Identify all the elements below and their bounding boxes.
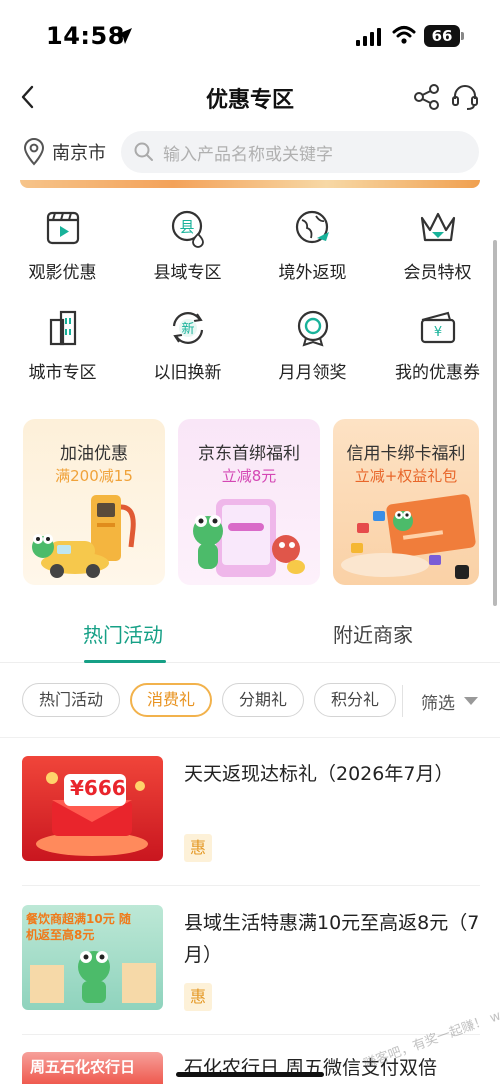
red-envelope-illustration bbox=[36, 772, 148, 856]
search-placeholder: 输入产品名称或关键字 bbox=[163, 144, 333, 165]
thumb-text: 周五石化农行日 bbox=[30, 1058, 136, 1076]
promo-title: 加油优惠 bbox=[60, 444, 128, 464]
credit-card-illustration bbox=[341, 494, 476, 579]
filter-button[interactable]: 筛选 bbox=[421, 689, 455, 714]
movie-icon bbox=[46, 211, 79, 245]
grid-label: 城市专区 bbox=[28, 363, 97, 383]
chip-consumption-gift[interactable]: 消费礼 bbox=[130, 683, 212, 717]
location-arrow-icon bbox=[116, 28, 132, 44]
promo-title: 京东首绑福利 bbox=[198, 444, 300, 464]
promo-subtitle: 立减8元 bbox=[221, 467, 277, 485]
nav-bar: 优惠专区 bbox=[0, 72, 500, 122]
activity-item[interactable]: ¥666 天天返现达标礼（2026年7月） 惠 bbox=[0, 756, 500, 886]
activity-item[interactable]: 周五石化农行日 石化农行日 周五微信支付双倍 bbox=[0, 1052, 500, 1084]
grid-item-my-coupons[interactable]: ¥ 我的优惠券 bbox=[375, 308, 500, 398]
crown-icon bbox=[420, 212, 455, 242]
thumb-amount: ¥666 bbox=[70, 776, 126, 800]
promo-subtitle: 满200减15 bbox=[55, 467, 133, 485]
banner-carousel-edge[interactable] bbox=[20, 180, 480, 188]
location-city: 南京市 bbox=[52, 143, 106, 164]
svg-text:¥: ¥ bbox=[433, 325, 441, 340]
fuel-car-illustration bbox=[32, 495, 136, 578]
county-icon: 县 bbox=[171, 210, 204, 248]
status-bar: 14:58 66 bbox=[0, 0, 500, 72]
coupon-icon: ¥ bbox=[420, 311, 455, 344]
search-icon bbox=[134, 142, 153, 161]
battery-indicator: 66 bbox=[424, 25, 460, 47]
divider bbox=[0, 737, 500, 738]
grid-item-overseas[interactable]: 境外返现 bbox=[250, 208, 375, 298]
overseas-icon bbox=[295, 210, 329, 244]
activity-thumbnail: ¥666 bbox=[22, 756, 163, 861]
activity-tabs: 热门活动 附近商家 bbox=[0, 605, 500, 663]
activity-title: 石化农行日 周五微信支付双倍 bbox=[184, 1057, 438, 1079]
divider bbox=[22, 885, 480, 886]
promo-card-fuel[interactable]: 加油优惠 满200减15 bbox=[23, 419, 165, 585]
frog-shop-illustration bbox=[30, 951, 156, 1003]
activity-thumbnail: 餐饮商超满10元 随机返至高8元 bbox=[22, 905, 163, 1010]
activity-thumbnail: 周五石化农行日 bbox=[22, 1052, 163, 1084]
grid-label: 观影优惠 bbox=[28, 263, 97, 283]
chevron-down-icon[interactable] bbox=[464, 697, 478, 705]
svg-text:新: 新 bbox=[181, 321, 194, 337]
search-input[interactable]: 输入产品名称或关键字 bbox=[121, 131, 479, 173]
activity-title: 天天返现达标礼（2026年7月） bbox=[184, 763, 454, 785]
tab-hot-activities[interactable]: 热门活动 bbox=[83, 619, 163, 648]
promo-title: 信用卡绑卡福利 bbox=[346, 444, 466, 464]
tab-nearby-merchants[interactable]: 附近商家 bbox=[333, 619, 413, 648]
trade-in-icon: 新 bbox=[172, 312, 203, 344]
activity-title: 县域生活特惠满10元至高返8元（7月） bbox=[184, 912, 480, 966]
grid-label: 会员特权 bbox=[403, 263, 472, 283]
location-selector[interactable]: 南京市 bbox=[22, 136, 106, 168]
grid-label: 我的优惠券 bbox=[395, 363, 480, 383]
promo-subtitle: 立减+权益礼包 bbox=[354, 467, 458, 485]
grid-item-trade-in[interactable]: 新 以旧换新 bbox=[125, 308, 250, 398]
filter-divider bbox=[402, 685, 403, 717]
location-pin-icon bbox=[23, 138, 45, 166]
activity-tag: 惠 bbox=[184, 983, 212, 1011]
home-indicator[interactable] bbox=[176, 1072, 324, 1077]
grid-label: 境外返现 bbox=[278, 263, 347, 283]
signal-icon bbox=[356, 28, 381, 46]
activity-tag: 惠 bbox=[184, 834, 212, 862]
svg-text:县: 县 bbox=[179, 218, 194, 236]
grid-item-member[interactable]: 会员特权 bbox=[375, 208, 500, 298]
activity-item[interactable]: 餐饮商超满10元 随机返至高8元 县域生活特惠满10元至高返8元（7月） 惠 bbox=[0, 905, 500, 1035]
chip-installment-gift[interactable]: 分期礼 bbox=[222, 683, 304, 717]
chip-points-gift[interactable]: 积分礼 bbox=[314, 683, 396, 717]
chip-hot[interactable]: 热门活动 bbox=[22, 683, 120, 717]
promo-card-credit[interactable]: 信用卡绑卡福利 立减+权益礼包 bbox=[333, 419, 479, 585]
phone-frog-illustration bbox=[193, 499, 305, 577]
grid-label: 以旧换新 bbox=[153, 363, 222, 383]
share-icon[interactable] bbox=[412, 82, 442, 112]
filter-chips: 热门活动 消费礼 分期礼 积分礼 筛选 bbox=[0, 683, 500, 719]
grid-item-county[interactable]: 县 县域专区 bbox=[125, 208, 250, 298]
tab-active-indicator bbox=[84, 660, 166, 663]
battery-tip bbox=[461, 32, 464, 40]
grid-label: 县域专区 bbox=[153, 263, 222, 283]
city-icon bbox=[49, 310, 76, 346]
promo-card-jd[interactable]: 京东首绑福利 立减8元 bbox=[178, 419, 320, 585]
grid-item-monthly-award[interactable]: 月月领奖 bbox=[250, 308, 375, 398]
medal-icon bbox=[297, 310, 328, 347]
grid-label: 月月领奖 bbox=[278, 363, 347, 383]
grid-item-movie[interactable]: 观影优惠 bbox=[0, 208, 125, 298]
grid-item-city[interactable]: 城市专区 bbox=[0, 308, 125, 398]
wifi-icon bbox=[392, 26, 416, 44]
headset-icon[interactable] bbox=[450, 82, 480, 112]
